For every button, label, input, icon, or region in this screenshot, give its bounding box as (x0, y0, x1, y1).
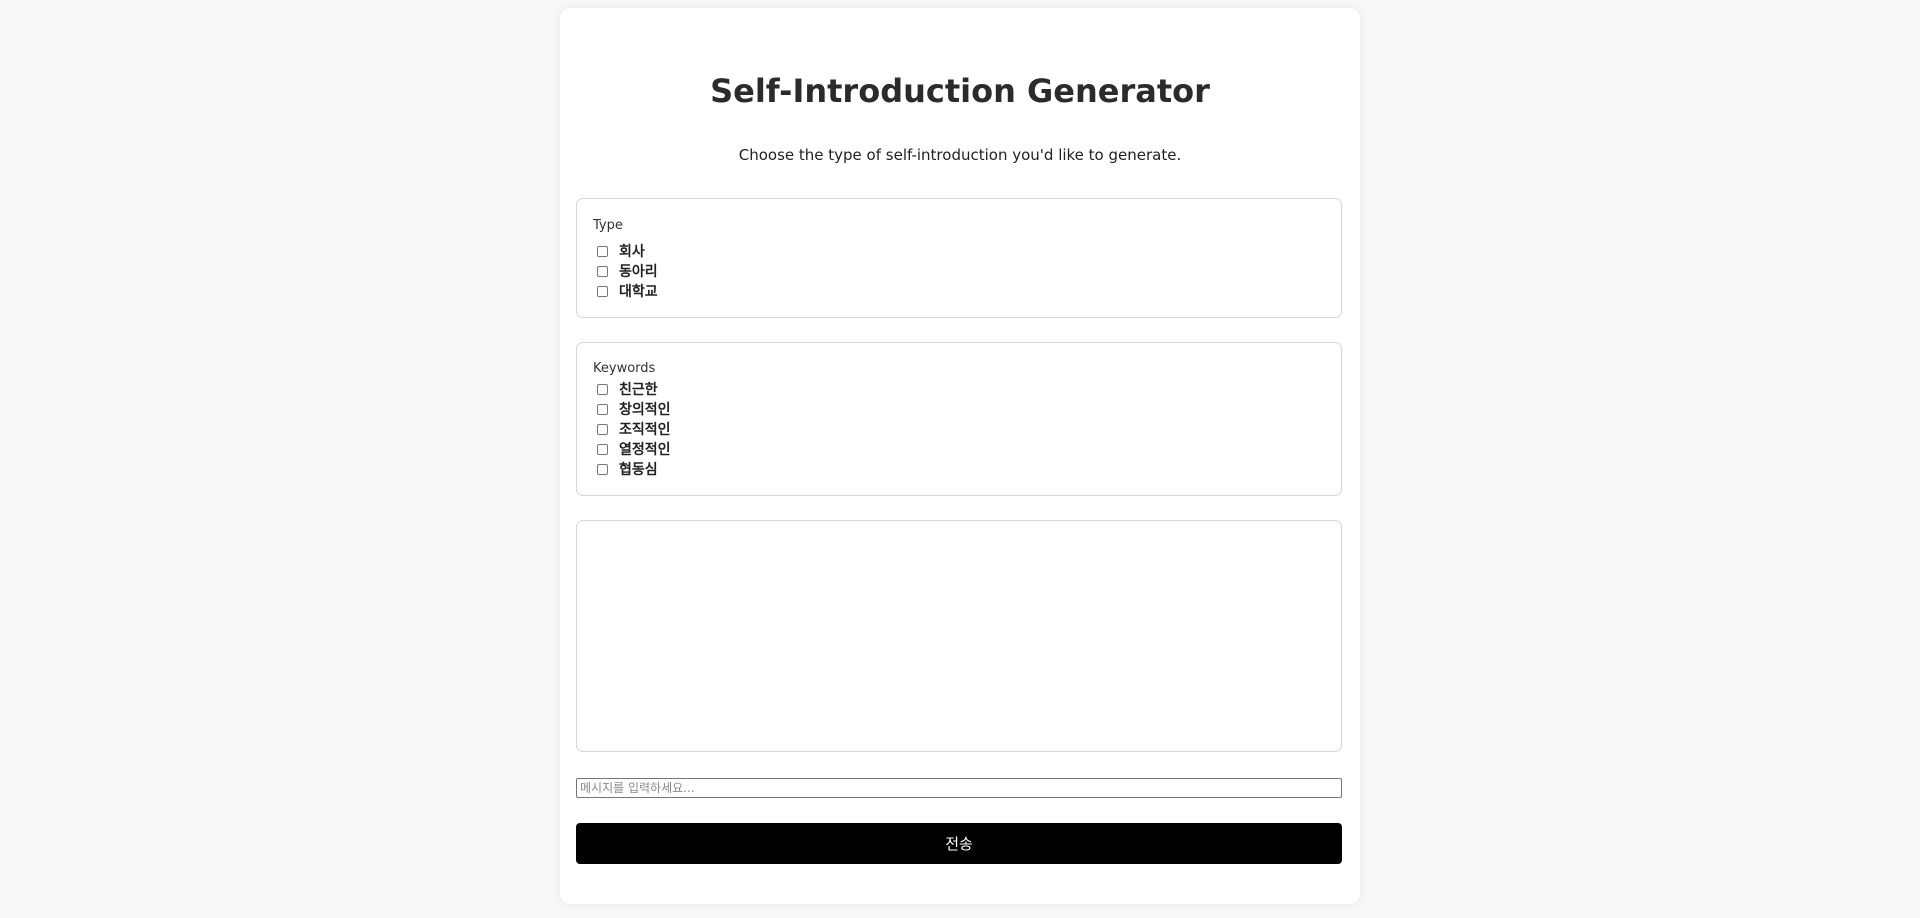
keywords-group-legend: Keywords (593, 361, 656, 376)
keyword-checkbox-friendly[interactable] (597, 383, 608, 395)
type-group: Type 회사 동아리 대학교 (576, 198, 1342, 318)
generator-card: Self-Introduction Generator Choose the t… (560, 8, 1360, 904)
keyword-checkbox-organized[interactable] (597, 423, 608, 435)
type-checkbox-university[interactable] (597, 285, 608, 297)
message-input[interactable] (576, 778, 1342, 798)
type-option-label: 동아리 (619, 264, 658, 280)
page-subtitle: Choose the type of self-introduction you… (738, 146, 1182, 164)
type-option-club[interactable]: 동아리 (597, 261, 658, 281)
keywords-group: Keywords 친근한 창의적인 조직적인 열정적인 협동심 (576, 342, 1342, 496)
type-option-label: 회사 (619, 244, 645, 260)
keyword-option-passionate[interactable]: 열정적인 (597, 439, 671, 459)
type-option-company[interactable]: 회사 (597, 241, 658, 261)
keyword-checkbox-creative[interactable] (597, 403, 608, 415)
keyword-option-label: 창의적인 (619, 402, 671, 418)
keyword-option-label: 협동심 (619, 462, 658, 478)
chat-output-area[interactable] (576, 520, 1342, 752)
type-option-university[interactable]: 대학교 (597, 281, 658, 301)
keyword-option-list: 친근한 창의적인 조직적인 열정적인 협동심 (597, 379, 671, 479)
keyword-option-creative[interactable]: 창의적인 (597, 399, 671, 419)
type-group-legend: Type (593, 218, 623, 233)
keyword-checkbox-passionate[interactable] (597, 443, 608, 455)
page-title: Self-Introduction Generator (710, 72, 1210, 110)
keyword-option-label: 열정적인 (619, 442, 671, 458)
keyword-checkbox-teamwork[interactable] (597, 463, 608, 475)
keyword-option-teamwork[interactable]: 협동심 (597, 459, 671, 479)
type-option-label: 대학교 (619, 284, 658, 300)
keyword-option-label: 조직적인 (619, 422, 671, 438)
keyword-option-friendly[interactable]: 친근한 (597, 379, 671, 399)
send-button[interactable]: 전송 (576, 823, 1342, 864)
keyword-option-organized[interactable]: 조직적인 (597, 419, 671, 439)
type-checkbox-club[interactable] (597, 265, 608, 277)
type-option-list: 회사 동아리 대학교 (597, 241, 658, 301)
keyword-option-label: 친근한 (619, 382, 658, 398)
type-checkbox-company[interactable] (597, 245, 608, 257)
